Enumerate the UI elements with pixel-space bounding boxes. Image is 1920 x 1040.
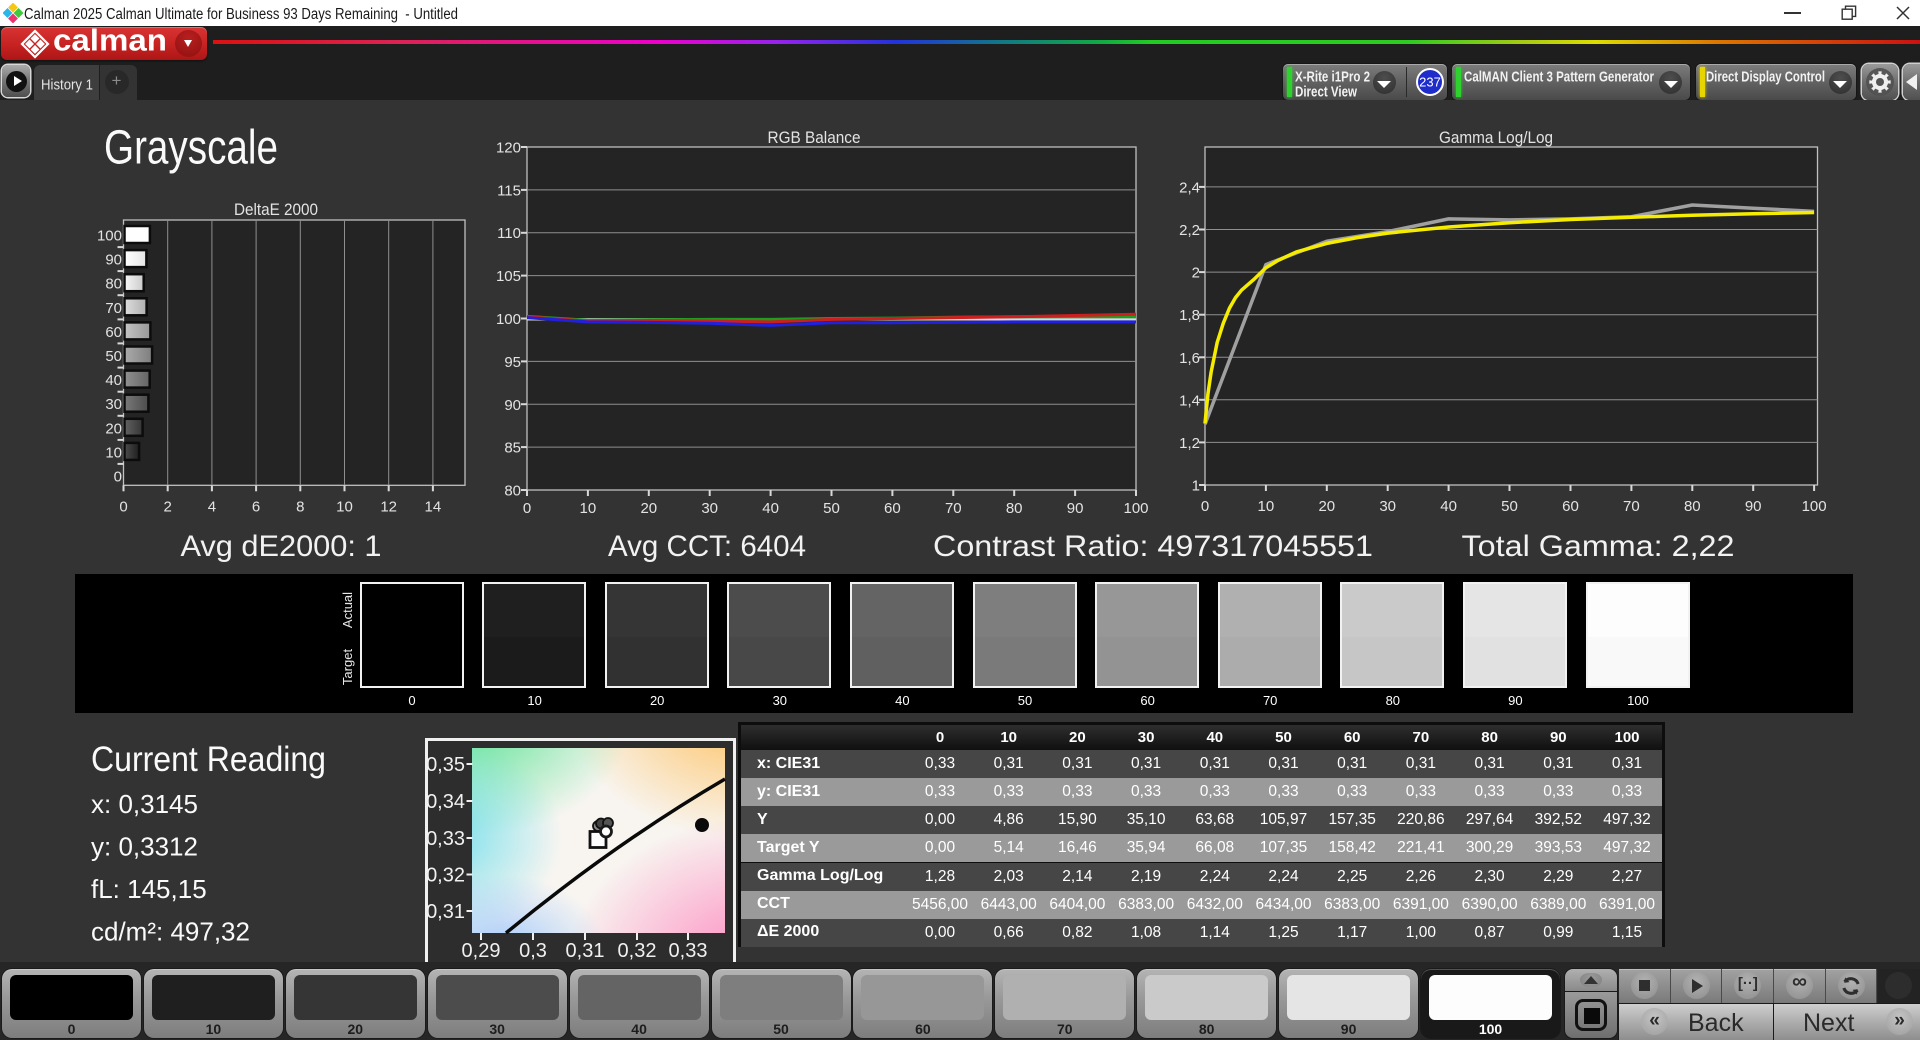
svg-text:y: 0,3312: y: 0,3312 <box>91 832 198 862</box>
svg-text:Direct View: Direct View <box>1295 84 1357 101</box>
svg-text:Avg CCT: 6404: Avg CCT: 6404 <box>608 530 806 563</box>
svg-text:x: 0,3145: x: 0,3145 <box>91 789 198 819</box>
svg-text:237: 237 <box>1419 75 1441 90</box>
svg-text:Avg dE2000: 1: Avg dE2000: 1 <box>181 530 382 563</box>
svg-text:History 1: History 1 <box>41 77 93 94</box>
svg-text:fL: 145,15: fL: 145,15 <box>91 874 207 904</box>
svg-text:Current Reading: Current Reading <box>91 740 326 779</box>
svg-text:Grayscale: Grayscale <box>104 122 278 175</box>
svg-text:Direct Display Control: Direct Display Control <box>1706 69 1825 86</box>
svg-text:Total Gamma: 2,22: Total Gamma: 2,22 <box>1462 530 1735 563</box>
svg-text:cd/m²: 497,32: cd/m²: 497,32 <box>91 917 250 947</box>
svg-text:Contrast Ratio: 497317045551: Contrast Ratio: 497317045551 <box>933 530 1373 563</box>
svg-text:CalMAN Client 3 Pattern Genera: CalMAN Client 3 Pattern Generator <box>1464 69 1654 86</box>
svg-text:Calman 2025 Calman Ultimate fo: Calman 2025 Calman Ultimate for Business… <box>24 6 458 23</box>
